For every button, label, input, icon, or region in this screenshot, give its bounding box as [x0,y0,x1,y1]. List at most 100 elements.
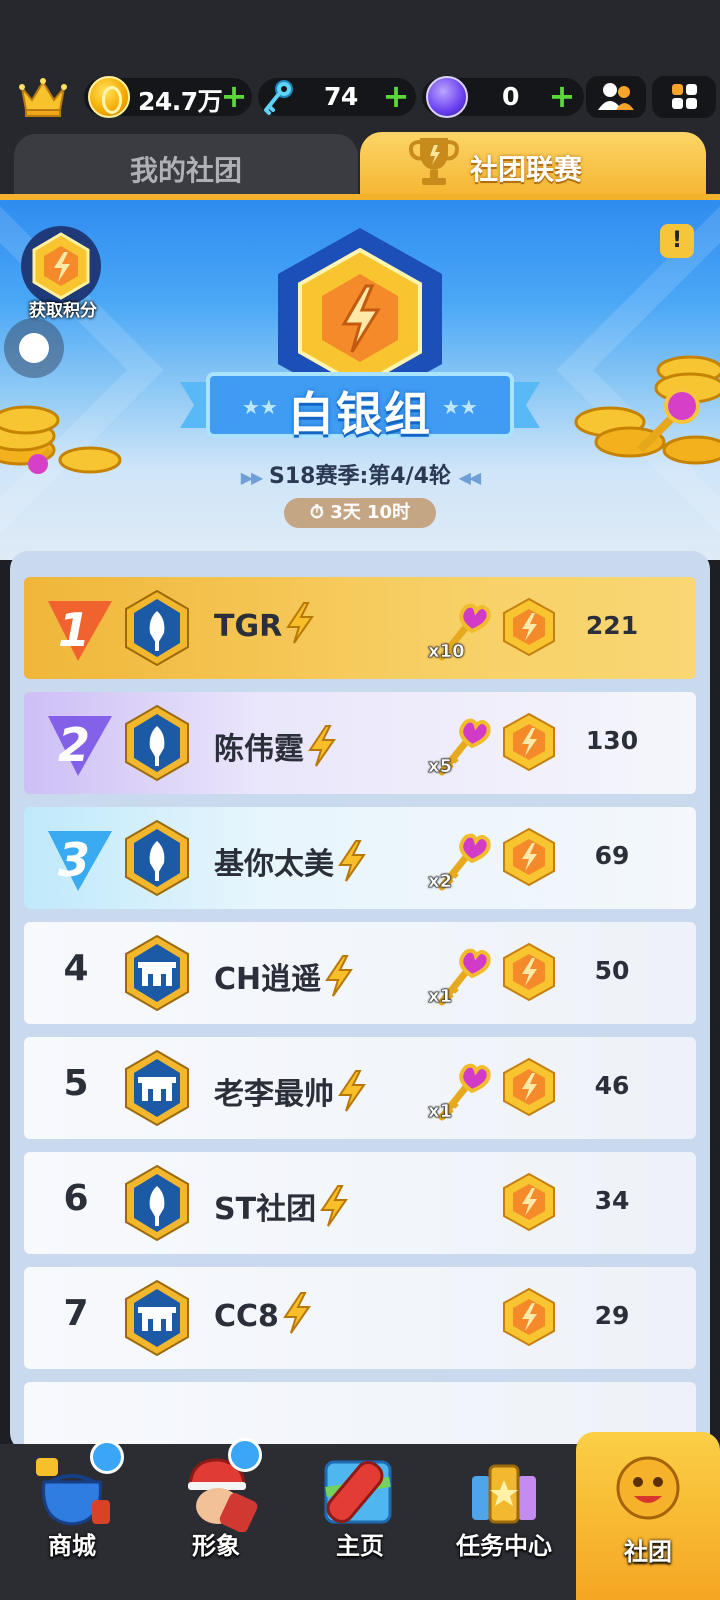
key-multiplier: x1 [428,986,453,1008]
club-emblem-icon [125,589,189,667]
club-score: 69 [594,841,630,870]
coin-counter: 24.7万 + [84,76,252,118]
club-name: 陈伟霆 [214,724,338,768]
key-multiplier: x10 [428,641,465,663]
spray-cans-icon [472,1464,536,1524]
nav-shop[interactable]: 商城 [0,1440,144,1600]
club-score: 29 [594,1301,630,1330]
friends-icon [598,83,634,110]
ranking-row[interactable]: 1 TGR x10 221 [24,577,696,679]
nav-home[interactable]: 主页 [288,1444,432,1600]
club-name: CC8 [214,1291,313,1335]
club-name: 老李最帅 [214,1069,368,1113]
club-name-text: 基你太美 [214,847,334,882]
club-name-text: TGR [214,609,283,644]
points-hex-icon [503,827,555,887]
rank-medal-icon: 2 [38,706,118,780]
lightning-icon [308,724,336,767]
lightning-icon [338,839,366,882]
menu-button[interactable] [652,76,716,118]
bottom-nav: 商城 形象 主页 任务中心 社团 [0,1432,720,1600]
coin-value: 24.7万 [138,87,223,116]
club-score: 46 [594,1071,630,1100]
lightning-icon [338,1069,366,1112]
tab-club-league-label: 社团联赛 [470,153,583,186]
club-name: ST社团 [214,1184,350,1228]
club-score: 50 [594,956,630,985]
gem-counter: 0 + [422,76,584,118]
nav-home-label: 主页 [336,1532,384,1560]
club-name-text: CC8 [214,1299,279,1334]
key-multiplier: x5 [428,756,453,778]
club-name-text: 陈伟霆 [214,732,304,767]
arrow-left-icon: ◀◀ [458,468,482,487]
rank-medal-icon: 3 [38,821,118,895]
ranking-row[interactable]: 3 基你太美 x2 69 [24,807,696,909]
rank-number: 2 [58,718,91,772]
tv-icon [90,1440,124,1474]
points-hex-icon [503,712,555,772]
ranking-row[interactable]: 7 CC8 29 [24,1267,696,1369]
club-name-text: ST社团 [214,1192,317,1227]
gem-value: 0 [502,82,519,111]
coins-pile-right [574,355,720,465]
trophy-icon [409,138,459,185]
lightning-icon [286,601,315,644]
nav-tasks-label: 任务中心 [456,1532,552,1560]
club-emblem-icon [125,819,189,897]
club-mascot-icon [616,1456,680,1520]
club-score: 34 [594,1186,630,1215]
rank-number: 6 [63,1178,89,1219]
lightning-icon [325,954,354,997]
points-hex-icon [503,942,555,1002]
crown-icon[interactable] [18,76,68,118]
club-name: TGR [214,601,316,645]
arrow-right-icon: ▶▶ [240,468,264,487]
points-badge-icon [21,226,101,306]
countdown-timer: ⏱ 3天 10时 [284,498,436,528]
nav-club[interactable]: 社团 [576,1432,720,1600]
club-score: 221 [585,611,639,640]
key-multiplier: x1 [428,1101,453,1123]
ranking-row[interactable]: 2 陈伟霆 x5 130 [24,692,696,794]
grid-menu-icon [672,84,697,109]
get-points-button[interactable]: 获取积分 [18,226,104,322]
friends-button[interactable] [586,76,646,118]
ranking-row[interactable]: 5 老李最帅 x1 46 [24,1037,696,1139]
stopwatch-icon: ⏱ [309,502,324,523]
lightning-icon [283,1291,311,1334]
tab-my-club-label: 我的社团 [129,154,242,187]
key-value: 74 [324,82,358,111]
add-keys-button[interactable]: + [382,80,410,112]
add-coins-button[interactable]: + [220,80,248,112]
points-hex-icon [503,1057,555,1117]
club-name-text: CH逍遥 [214,962,322,997]
coins-pile-left [0,405,122,474]
rank-number: 5 [63,1063,89,1104]
stopwatch-badge-icon [228,1438,262,1472]
tab-bar: 我的社团 社团联赛 [0,122,720,198]
currency-bar: 24.7万 + 74 + 0 + [0,72,720,122]
tab-my-club[interactable]: 我的社团 [14,134,358,198]
add-gems-button[interactable]: + [548,80,576,112]
nav-avatar[interactable]: 形象 [144,1438,288,1600]
nav-avatar-label: 形象 [192,1532,240,1560]
rank-number: 7 [63,1293,89,1334]
rank-number: 4 [63,948,89,989]
info-button[interactable]: ! [660,224,694,258]
club-emblem-icon [125,704,189,782]
tab-club-league[interactable]: 社团联赛 [360,132,706,198]
club-emblem-icon [125,1164,189,1242]
rank-number: 1 [58,603,91,657]
countdown-text: 3天 10时 [330,502,411,523]
club-emblem-icon [125,934,189,1012]
nav-club-label: 社团 [624,1538,672,1566]
nav-shop-label: 商城 [48,1532,96,1560]
nav-tasks[interactable]: 任务中心 [432,1444,576,1600]
key-icon [264,80,293,115]
ranking-row[interactable]: 4 CH逍遥 x1 50 [24,922,696,1024]
points-hex-icon [503,1287,555,1347]
rank-medal-icon: 1 [38,591,118,665]
ranking-row[interactable]: 6 ST社团 34 [24,1152,696,1254]
points-hex-icon [503,597,555,657]
